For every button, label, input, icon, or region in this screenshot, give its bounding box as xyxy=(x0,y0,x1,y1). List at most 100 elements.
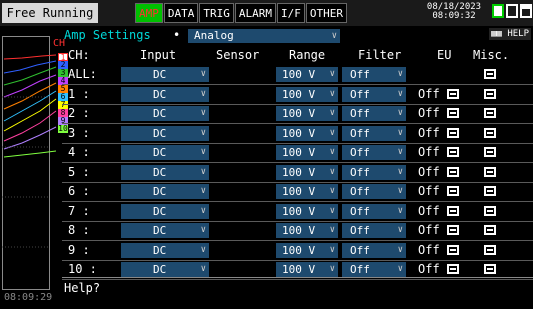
chevron-down-icon: ∨ xyxy=(200,186,206,196)
misc-settings-icon[interactable] xyxy=(484,186,496,196)
range-select[interactable]: 100 V ∨ xyxy=(276,106,338,121)
chevron-down-icon: ∨ xyxy=(397,88,403,99)
amp-type-select[interactable]: Analog ∨ xyxy=(188,29,340,43)
tab-data[interactable]: DATA xyxy=(163,3,199,23)
input-value: DC xyxy=(153,224,167,237)
input-select[interactable]: DC ∨ xyxy=(121,223,209,238)
row-label: 4 : xyxy=(68,145,90,159)
filter-select[interactable]: Off ∨ xyxy=(342,67,406,82)
misc-settings-icon[interactable] xyxy=(484,225,496,235)
eu-settings-icon[interactable] xyxy=(447,127,459,138)
chevron-down-icon: ∨ xyxy=(397,166,403,177)
eu-settings-icon[interactable] xyxy=(447,166,459,177)
input-select[interactable]: DC ∨ xyxy=(121,86,209,102)
input-select[interactable]: DC ∨ xyxy=(121,184,209,199)
eu-settings-icon[interactable] xyxy=(447,205,459,216)
filter-value: Off xyxy=(350,126,370,140)
filter-value: Off xyxy=(350,165,370,179)
eu-settings-icon[interactable] xyxy=(447,225,459,235)
input-select[interactable]: DC ∨ xyxy=(121,145,209,160)
range-value: 100 V xyxy=(282,107,316,120)
eu-value: Off xyxy=(418,125,440,140)
row-label: 5 : xyxy=(68,164,90,179)
range-select[interactable]: 100 V ∨ xyxy=(276,184,338,199)
misc-settings-icon[interactable] xyxy=(484,147,496,157)
range-select[interactable]: 100 V ∨ xyxy=(276,223,338,238)
filter-select[interactable]: Off ∨ xyxy=(342,125,406,141)
tab-if[interactable]: I/F xyxy=(277,3,305,23)
filter-select[interactable]: Off ∨ xyxy=(342,164,406,180)
chevron-down-icon: ∨ xyxy=(329,186,335,196)
filter-select[interactable]: Off ∨ xyxy=(342,223,406,238)
range-select[interactable]: 100 V ∨ xyxy=(276,67,338,82)
misc-settings-icon[interactable] xyxy=(484,205,496,216)
memory-icon xyxy=(506,4,518,18)
table-row: 8 : DC ∨ 100 V ∨ Off ∨ Off xyxy=(64,222,533,239)
range-select[interactable]: 100 V ∨ xyxy=(276,125,338,141)
chevron-down-icon: ∨ xyxy=(397,225,403,235)
eu-value: Off xyxy=(418,203,440,218)
misc-settings-icon[interactable] xyxy=(484,69,496,79)
input-select[interactable]: DC ∨ xyxy=(121,203,209,219)
filter-value: Off xyxy=(350,263,370,276)
range-select[interactable]: 100 V ∨ xyxy=(276,242,338,258)
eu-settings-icon[interactable] xyxy=(447,88,459,99)
eu-settings-icon[interactable] xyxy=(447,186,459,196)
chevron-down-icon: ∨ xyxy=(329,244,335,255)
chevron-down-icon: ∨ xyxy=(200,147,206,157)
misc-settings-icon[interactable] xyxy=(484,244,496,255)
filter-select[interactable]: Off ∨ xyxy=(342,86,406,102)
table-row: 4 : DC ∨ 100 V ∨ Off ∨ Off xyxy=(64,144,533,161)
trace-ch4 xyxy=(3,74,57,98)
filter-select[interactable]: Off ∨ xyxy=(342,106,406,121)
range-value: 100 V xyxy=(282,185,316,198)
eu-settings-icon[interactable] xyxy=(447,264,459,274)
eu-settings-icon[interactable] xyxy=(447,108,459,118)
chevron-down-icon: ∨ xyxy=(200,205,206,216)
filter-select[interactable]: Off ∨ xyxy=(342,203,406,219)
range-select[interactable]: 100 V ∨ xyxy=(276,262,338,277)
filter-select[interactable]: Off ∨ xyxy=(342,184,406,199)
menu-tabs: AMP DATA TRIG ALARM I/F OTHER xyxy=(135,3,348,23)
col-header-filter: Filter xyxy=(358,48,402,62)
tab-trig[interactable]: TRIG xyxy=(199,3,234,23)
input-select[interactable]: DC ∨ xyxy=(121,262,209,277)
filter-value: Off xyxy=(350,107,370,120)
row-label: 3 : xyxy=(68,125,90,140)
tab-other[interactable]: OTHER xyxy=(305,3,347,23)
input-value: DC xyxy=(153,263,167,276)
range-select[interactable]: 100 V ∨ xyxy=(276,86,338,102)
input-select[interactable]: DC ∨ xyxy=(121,125,209,141)
eu-value: Off xyxy=(418,86,440,101)
filter-select[interactable]: Off ∨ xyxy=(342,145,406,160)
input-select[interactable]: DC ∨ xyxy=(121,106,209,121)
eu-value: Off xyxy=(418,106,440,120)
tab-alarm[interactable]: ALARM xyxy=(234,3,276,23)
filter-select[interactable]: Off ∨ xyxy=(342,262,406,277)
chevron-down-icon: ∨ xyxy=(397,264,403,274)
top-bar: Free Running AMP DATA TRIG ALARM I/F OTH… xyxy=(0,0,533,26)
filter-select[interactable]: Off ∨ xyxy=(342,242,406,258)
eu-settings-icon[interactable] xyxy=(447,244,459,255)
chevron-down-icon: ∨ xyxy=(397,244,403,255)
misc-settings-icon[interactable] xyxy=(484,166,496,177)
misc-settings-icon[interactable] xyxy=(484,127,496,138)
input-select[interactable]: DC ∨ xyxy=(121,164,209,180)
tab-amp[interactable]: AMP xyxy=(135,3,163,23)
misc-settings-icon[interactable] xyxy=(484,88,496,99)
misc-settings-icon[interactable] xyxy=(484,264,496,274)
chevron-down-icon: ∨ xyxy=(329,127,335,138)
chevron-down-icon: ∨ xyxy=(331,31,337,41)
range-select[interactable]: 100 V ∨ xyxy=(276,164,338,180)
misc-settings-icon[interactable] xyxy=(484,108,496,118)
eu-settings-icon[interactable] xyxy=(447,147,459,157)
input-select[interactable]: DC ∨ xyxy=(121,242,209,258)
help-button[interactable]: ▦▦ HELP xyxy=(489,28,531,40)
range-select[interactable]: 100 V ∨ xyxy=(276,145,338,160)
col-header-eu: EU xyxy=(437,48,452,62)
chevron-down-icon: ∨ xyxy=(200,264,206,274)
range-select[interactable]: 100 V ∨ xyxy=(276,203,338,219)
list-icon[interactable] xyxy=(492,4,504,18)
eu-value: Off xyxy=(418,145,440,159)
input-select[interactable]: DC ∨ xyxy=(121,67,209,82)
